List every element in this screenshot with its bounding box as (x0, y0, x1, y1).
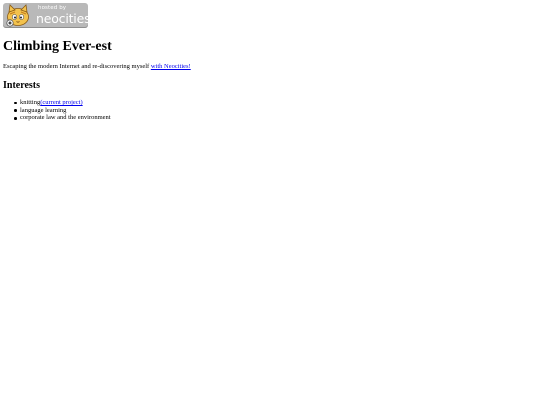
current-project-link[interactable]: (current project) (40, 99, 82, 106)
interest-label: knitting (20, 99, 41, 106)
interests-list: knitting(current project) language learn… (14, 99, 111, 122)
interest-label: corporate law and the environment (20, 114, 111, 122)
bullet-icon (14, 117, 17, 120)
neocities-link[interactable]: with Neocities! (151, 63, 191, 70)
interests-heading: Interests (3, 80, 41, 91)
bullet-icon (14, 101, 17, 105)
page-title: Climbing Ever-est (3, 39, 112, 54)
list-item: knitting(current project) (14, 99, 111, 107)
page-tagline: Escaping the modern Internet and re-disc… (3, 62, 191, 71)
neocities-cat-icon (6, 4, 29, 27)
badge-neocities-wordmark: neocities (36, 11, 88, 26)
list-item: language learning (14, 106, 111, 115)
list-item: corporate law and the environment (14, 114, 111, 122)
bullet-icon (14, 109, 17, 112)
hosted-by-neocities-badge[interactable]: hosted by neocities (3, 3, 88, 28)
interest-label: language learning (20, 106, 67, 114)
tagline-text: Escaping the modern Internet and re-disc… (3, 63, 151, 70)
